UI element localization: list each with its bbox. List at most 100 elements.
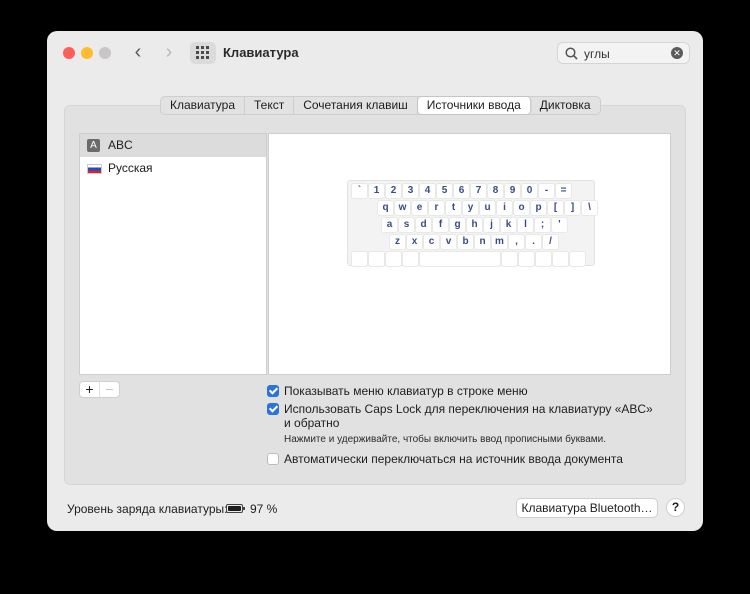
keyboard-key: 3 xyxy=(403,184,418,198)
keyboard-key: 2 xyxy=(386,184,401,198)
keyboard-key: y xyxy=(463,201,478,215)
keyboard-key: c xyxy=(424,235,439,249)
show-menu-label: Показывать меню клавиатур в строке меню xyxy=(284,384,528,398)
search-input[interactable]: углы xyxy=(584,47,610,61)
keyboard-key: a xyxy=(382,218,397,232)
keyboard-key: 4 xyxy=(420,184,435,198)
keyboard-key: n xyxy=(475,235,490,249)
bluetooth-keyboard-button[interactable]: Клавиатура Bluetooth… xyxy=(516,498,658,518)
keyboard-key: v xyxy=(441,235,456,249)
keyboard-key: k xyxy=(501,218,516,232)
search-icon xyxy=(565,47,578,60)
keyboard-row xyxy=(352,252,585,266)
keyboard-key: z xyxy=(390,235,405,249)
caps-lock-checkbox[interactable] xyxy=(267,403,279,415)
auto-switch-checkbox[interactable] xyxy=(267,453,279,465)
keyboard-key: 9 xyxy=(505,184,520,198)
add-remove-control: + − xyxy=(79,381,120,398)
keyboard-key: r xyxy=(429,201,444,215)
keyboard-key: 7 xyxy=(471,184,486,198)
keyboard-key: q xyxy=(378,201,393,215)
preferences-window: ‹ › Клавиатура углы ✕ Клавиатура Текст С xyxy=(47,31,703,531)
source-label: Русская xyxy=(108,161,153,175)
tab-bar: Клавиатура Текст Сочетания клавиш Источн… xyxy=(160,96,601,115)
keyboard-key: s xyxy=(399,218,414,232)
keyboard-key: 0 xyxy=(522,184,537,198)
keyboard-key xyxy=(403,252,418,266)
keyboard-row: z x c v b n m,. / xyxy=(390,235,558,249)
keyboard-preview-panel: ` 1 2 3 4 5 6 7 8 9 0- = q w e r t y u i o p[] \ a s d f g h j k l; ' z x c… xyxy=(268,133,671,375)
tab-shortcuts[interactable]: Сочетания клавиш xyxy=(294,97,418,114)
caps-lock-hint: Нажмите и удерживайте, чтобы включить вв… xyxy=(284,434,606,445)
keyboard-key: 1 xyxy=(369,184,384,198)
keyboard-key: p xyxy=(531,201,546,215)
list-item-russian[interactable]: Русская xyxy=(80,157,266,180)
clear-search-icon[interactable]: ✕ xyxy=(671,47,683,59)
keyboard-key: x xyxy=(407,235,422,249)
input-sources-list: A ABC Русская xyxy=(79,133,267,375)
keyboard-key: h xyxy=(467,218,482,232)
keyboard-row: q w e r t y u i o p[] \ xyxy=(378,201,597,215)
keyboard-key: f xyxy=(433,218,448,232)
keyboard-key xyxy=(352,252,367,266)
keyboard-key: j xyxy=(484,218,499,232)
keyboard-key: t xyxy=(446,201,461,215)
remove-source-button[interactable]: − xyxy=(99,382,119,397)
list-item-abc[interactable]: A ABC xyxy=(80,134,266,157)
keyboard-row: a s d f g h j k l; ' xyxy=(382,218,567,232)
keyboard-key: ' xyxy=(552,218,567,232)
keyboard-key xyxy=(570,252,585,266)
keyboard-row: ` 1 2 3 4 5 6 7 8 9 0- = xyxy=(352,184,571,198)
keyboard-key: ; xyxy=(535,218,550,232)
keyboard-key: e xyxy=(412,201,427,215)
battery-fill xyxy=(228,506,241,511)
keyboard-key: 8 xyxy=(488,184,503,198)
keyboard-key: i xyxy=(497,201,512,215)
tab-dictation[interactable]: Диктовка xyxy=(531,97,600,114)
keyboard-key: m xyxy=(492,235,507,249)
keyboard-layout-viewer: ` 1 2 3 4 5 6 7 8 9 0- = q w e r t y u i o p[] \ a s d f g h j k l; ' z x c… xyxy=(347,180,597,266)
keyboard-key: ` xyxy=(352,184,367,198)
auto-switch-label: Автоматически переключаться на источник … xyxy=(284,452,623,466)
keyboard-key: , xyxy=(509,235,524,249)
show-all-grid-icon[interactable] xyxy=(190,42,216,64)
tab-input-sources[interactable]: Источники ввода xyxy=(417,97,531,114)
help-button[interactable]: ? xyxy=(666,498,685,517)
keyboard-key xyxy=(553,252,568,266)
battery-icon xyxy=(226,504,245,513)
russian-flag-icon xyxy=(87,164,102,174)
keyboard-key: \ xyxy=(582,201,597,215)
title-bar: ‹ › Клавиатура углы ✕ xyxy=(47,31,703,75)
keyboard-key: / xyxy=(543,235,558,249)
show-menu-checkbox[interactable] xyxy=(267,385,279,397)
keyboard-key: [ xyxy=(548,201,563,215)
keyboard-key: g xyxy=(450,218,465,232)
zoom-window-button[interactable] xyxy=(99,47,111,59)
keyboard-key xyxy=(386,252,401,266)
keyboard-key: d xyxy=(416,218,431,232)
window-title: Клавиатура xyxy=(223,45,299,60)
keyboard-key: b xyxy=(458,235,473,249)
tab-text[interactable]: Текст xyxy=(245,97,295,114)
caps-lock-label-line1: Использовать Caps Lock для переключения … xyxy=(284,402,653,416)
minimize-window-button[interactable] xyxy=(81,47,93,59)
search-field[interactable]: углы ✕ xyxy=(557,42,690,64)
source-label: ABC xyxy=(108,138,133,152)
keyboard-key: ] xyxy=(565,201,580,215)
add-source-button[interactable]: + xyxy=(80,382,99,397)
battery-percent: 97 % xyxy=(250,502,278,516)
keyboard-key: u xyxy=(480,201,495,215)
keyboard-key: o xyxy=(514,201,529,215)
close-window-button[interactable] xyxy=(63,47,75,59)
back-chevron-icon[interactable]: ‹ xyxy=(127,42,149,64)
keyboard-key: = xyxy=(556,184,571,198)
keyboard-key xyxy=(420,252,500,266)
keyboard-key: . xyxy=(526,235,541,249)
keyboard-key xyxy=(502,252,517,266)
keyboard-key xyxy=(369,252,384,266)
letter-a-icon: A xyxy=(87,139,100,152)
keyboard-key xyxy=(519,252,534,266)
tab-keyboard[interactable]: Клавиатура xyxy=(161,97,245,114)
keyboard-key: - xyxy=(539,184,554,198)
forward-chevron-icon[interactable]: › xyxy=(158,42,180,64)
